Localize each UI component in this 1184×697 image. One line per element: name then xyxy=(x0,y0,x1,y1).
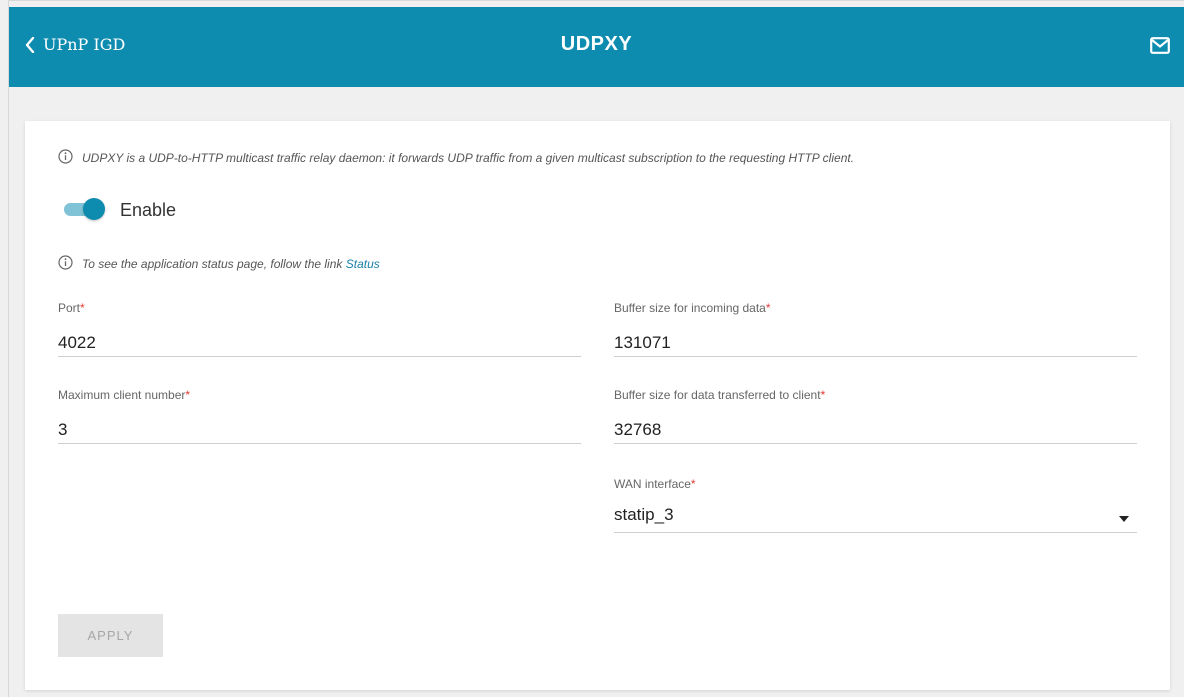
mail-icon[interactable] xyxy=(1150,37,1170,59)
max-clients-input[interactable] xyxy=(58,414,581,444)
settings-card: UDPXY is a UDP-to-HTTP multicast traffic… xyxy=(25,121,1170,690)
status-link[interactable]: Status xyxy=(346,257,380,271)
status-hint-row: To see the application status page, foll… xyxy=(58,255,380,273)
wan-interface-field: WAN interface* statip_3 xyxy=(614,477,1137,533)
info-icon xyxy=(58,255,73,273)
buffer-incoming-input[interactable] xyxy=(614,327,1137,357)
port-field: Port* xyxy=(58,301,581,357)
top-bar: UPnP IGD UDPXY xyxy=(9,7,1184,87)
wan-interface-label: WAN interface* xyxy=(614,477,696,491)
buffer-client-input[interactable] xyxy=(614,414,1137,444)
buffer-client-label: Buffer size for data transferred to clie… xyxy=(614,388,826,402)
max-clients-field: Maximum client number* xyxy=(58,388,581,444)
port-input[interactable] xyxy=(58,327,581,357)
toggle-knob xyxy=(83,198,105,220)
page-title: UDPXY xyxy=(560,33,633,55)
apply-button[interactable]: APPLY xyxy=(58,614,163,657)
wan-interface-value: statip_3 xyxy=(614,503,1137,533)
info-icon xyxy=(58,149,73,167)
description-row: UDPXY is a UDP-to-HTTP multicast traffic… xyxy=(58,149,854,167)
enable-toggle[interactable] xyxy=(62,198,105,220)
max-clients-label: Maximum client number* xyxy=(58,388,191,402)
buffer-incoming-label: Buffer size for incoming data* xyxy=(614,301,771,315)
description-text: UDPXY is a UDP-to-HTTP multicast traffic… xyxy=(82,151,855,165)
enable-label: Enable xyxy=(120,200,177,220)
caret-down-icon xyxy=(1119,516,1129,522)
buffer-client-field: Buffer size for data transferred to clie… xyxy=(614,388,1137,444)
status-hint-text: To see the application status page, foll… xyxy=(82,257,346,271)
wan-interface-select[interactable]: statip_3 xyxy=(614,503,1137,533)
port-label: Port* xyxy=(58,301,85,315)
buffer-incoming-field: Buffer size for incoming data* xyxy=(614,301,1137,357)
